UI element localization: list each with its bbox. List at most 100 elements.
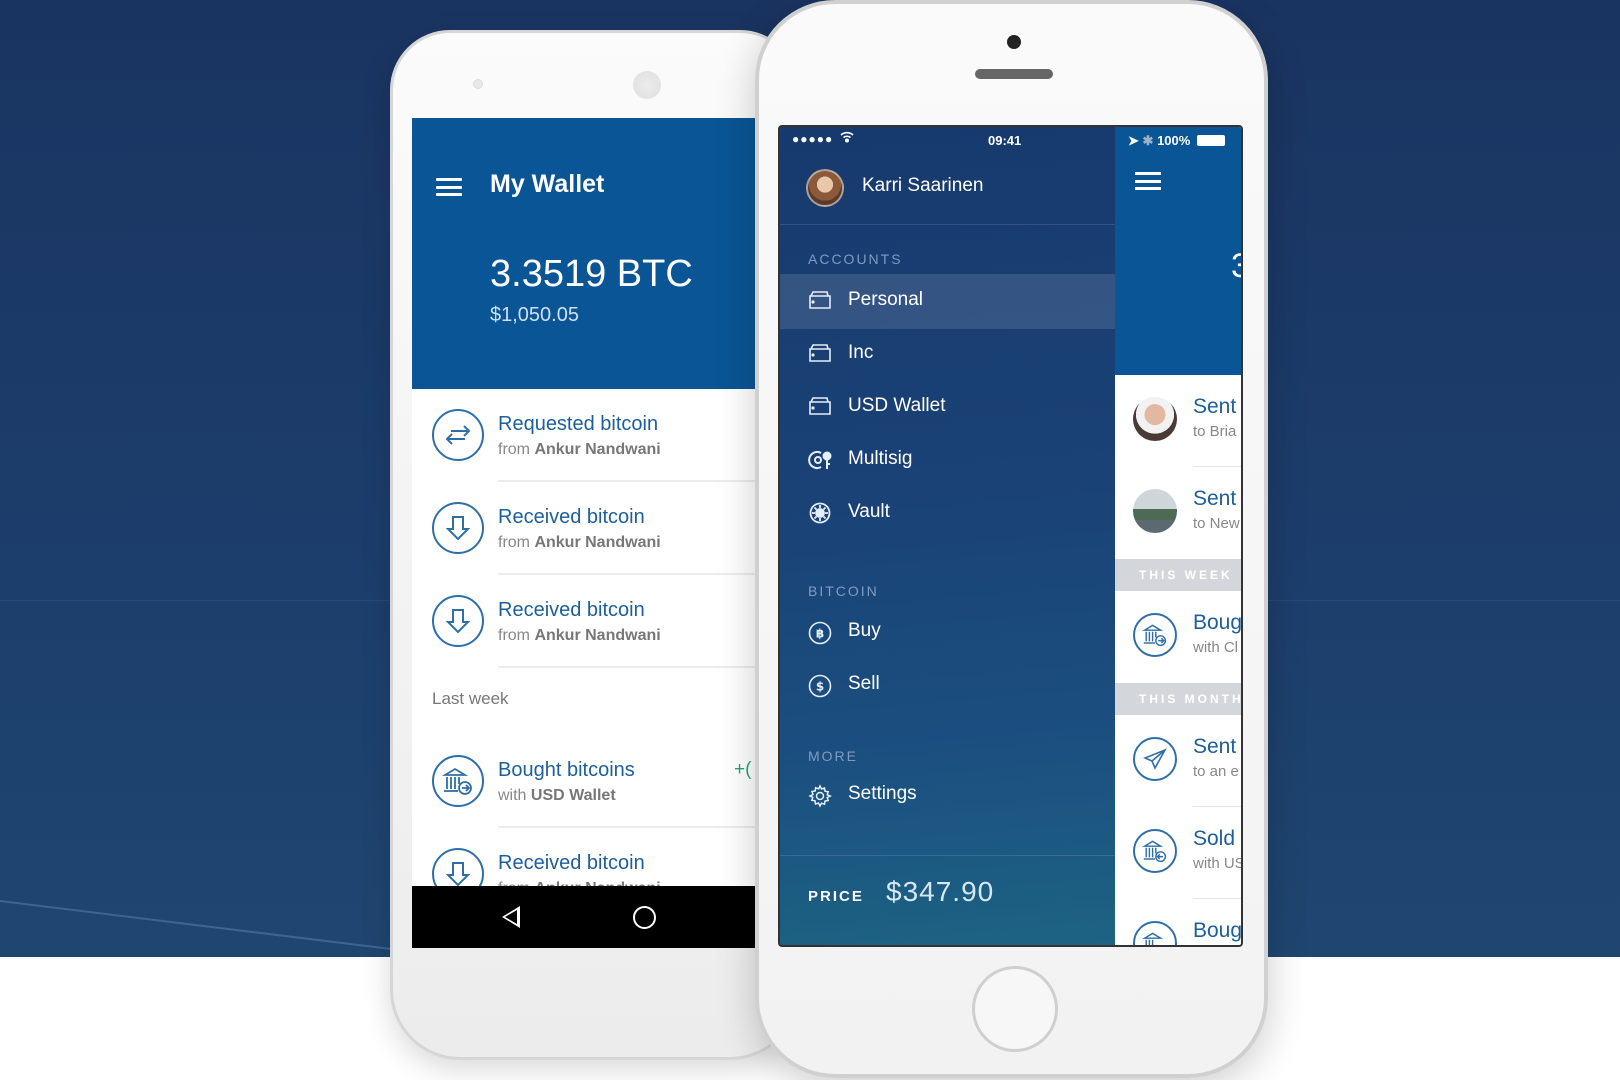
drawer-item-label: Sell [848,673,880,694]
android-nav-bar [412,886,757,948]
subtitle-prefix: from [498,441,530,458]
transaction-title: Sent [1193,395,1237,418]
section-header-last-week: Last week [432,689,509,708]
drawer-item-label: Buy [848,620,881,641]
counterparty: USD Wallet [530,787,616,804]
list-item[interactable]: Sent to Bria [1115,375,1241,467]
receive-arrow-icon [432,502,484,554]
drawer-item-personal[interactable]: Personal [780,274,1115,329]
bank-sell-icon [1133,829,1177,873]
user-name: Karri Saarinen [862,175,984,196]
iphone-screen: Karri Saarinen ACCOUNTS Personal Inc USD… [778,125,1243,947]
signal-strength-icon: ●●●●● [792,132,834,146]
transaction-title: Received bitcoin [498,506,645,528]
transaction-subtitle: from Ankur Nandwani [498,534,661,552]
drawer-item-label: USD Wallet [848,395,946,416]
subtitle-prefix: from [498,627,530,644]
hamburger-menu-icon[interactable] [1135,172,1161,190]
transaction-title: Requested bitcoin [498,413,659,435]
section-header-more: MORE [808,748,858,764]
bitcoin-coin-icon: ฿ [808,621,832,645]
wallet-icon [808,396,832,418]
price-value: $347.90 [886,876,995,907]
balance-peek: 3 [1231,247,1241,286]
front-camera [473,79,483,89]
status-time: 09:41 [988,133,1022,148]
drawer-item-settings[interactable]: Settings [780,768,1115,823]
list-item[interactable]: Boug with Cl [1115,591,1243,683]
drawer-item-label: Personal [848,289,923,310]
svg-text:฿: ฿ [816,627,824,641]
subtitle-prefix: from [498,534,530,551]
drawer-item-sell[interactable]: $ Sell [780,658,1115,713]
transaction-title: Bought bitcoins [498,759,635,781]
home-icon[interactable] [633,906,656,929]
drawer-item-label: Vault [848,501,890,522]
transaction-title: Boug [1193,919,1243,942]
counterparty: Ankur Nandwani [534,534,661,551]
android-screen: My Wallet 3.3519 BTC $1,050.05 Requested… [412,118,757,948]
transaction-subtitle: to New [1193,515,1240,532]
drawer-item-usd-wallet[interactable]: USD Wallet [780,380,1115,435]
earpiece-speaker [633,71,661,99]
transaction-subtitle: from Ankur Nandwani [498,627,661,645]
divider [498,666,757,668]
gear-icon [808,784,832,808]
navigation-drawer: Karri Saarinen ACCOUNTS Personal Inc USD… [780,127,1115,945]
price-ticker: PRICE $347.90 [780,855,1115,945]
list-item[interactable]: Boug [1115,899,1243,945]
list-item[interactable]: Sent to New [1115,467,1241,559]
list-item[interactable]: Bought bitcoins with USD Wallet +( [412,735,757,828]
battery-icon [1196,135,1225,146]
transaction-title: Received bitcoin [498,599,645,621]
bank-buy-icon [1133,921,1177,945]
price-label: PRICE [808,888,864,905]
drawer-item-label: Settings [848,783,917,804]
transaction-subtitle: with US [1193,855,1243,872]
drawer-item-buy[interactable]: ฿ Buy [780,605,1115,660]
drawer-item-inc[interactable]: Inc [780,327,1115,382]
request-arrows-icon [432,409,484,461]
section-header-bitcoin: BITCOIN [808,583,879,599]
list-item[interactable]: Requested bitcoin from Ankur Nandwani [412,389,757,482]
back-icon[interactable] [502,906,520,928]
hamburger-menu-icon[interactable] [436,178,462,196]
list-item[interactable]: Received bitcoin from Ankur Nandwani [412,575,757,668]
send-paper-plane-icon [1133,737,1177,781]
main-header: 3 [1115,127,1241,375]
marketing-stage: My Wallet 3.3519 BTC $1,050.05 Requested… [0,0,1620,1080]
bank-buy-icon [432,755,484,807]
user-profile[interactable]: Karri Saarinen [780,155,1115,225]
receive-arrow-icon [432,595,484,647]
drawer-item-label: Multisig [848,448,913,469]
svg-text:$: $ [816,680,824,694]
transaction-subtitle: with Cl [1193,639,1239,656]
list-item[interactable]: Sent to an e [1115,715,1241,807]
balance-btc: 3.3519 BTC [490,253,693,295]
wifi-icon [840,131,854,146]
earpiece-speaker [975,69,1053,79]
drawer-item-multisig[interactable]: Multisig [780,433,1115,488]
ios-status-bar: ●●●●● 09:41 ➤ ✱ 100% [780,127,1241,153]
section-band-this-week: THIS WEEK [1115,559,1241,591]
multisig-key-icon [808,449,832,471]
home-button[interactable] [972,966,1058,1052]
list-item[interactable]: Sold with US [1115,807,1243,899]
location-arrow-icon: ➤ [1128,133,1139,148]
drawer-item-vault[interactable]: Vault [780,486,1115,541]
transaction-title: Boug [1193,611,1243,634]
page-title: My Wallet [490,170,605,198]
counterparty: Ankur Nandwani [534,627,661,644]
list-item[interactable]: Received bitcoin from Ankur Nandwani [412,482,757,575]
section-header-accounts: ACCOUNTS [808,251,903,267]
transaction-title: Sent [1193,735,1237,758]
transaction-subtitle: with USD Wallet [498,787,616,805]
wallet-icon [808,343,832,365]
main-content-peek[interactable]: 3 Sent to Bria Sent to New THIS WEEK Bou… [1115,127,1243,945]
status-right: ➤ ✱ 100% [1128,133,1225,149]
transaction-title: Received bitcoin [498,852,645,874]
transaction-subtitle: to an e [1193,763,1239,780]
wallet-header: My Wallet 3.3519 BTC $1,050.05 [412,118,757,389]
section-band-this-month: THIS MONTH [1115,683,1241,715]
dollar-coin-icon: $ [808,674,832,698]
